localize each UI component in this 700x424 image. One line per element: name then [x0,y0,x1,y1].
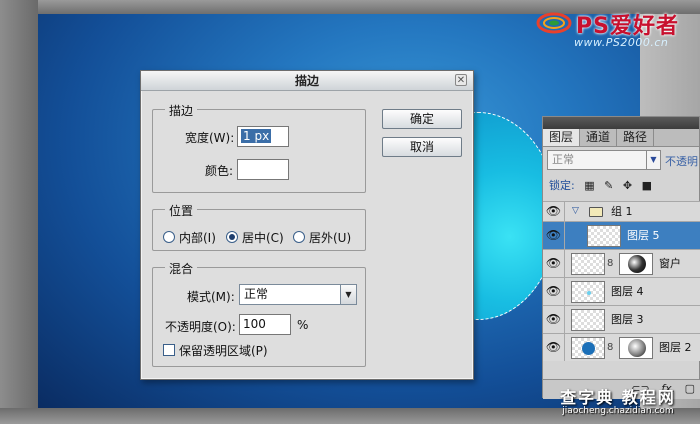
folder-icon [589,207,603,217]
color-swatch[interactable] [237,159,289,180]
radio-outside[interactable] [293,231,305,243]
tab-layers[interactable]: 图层 [543,129,581,146]
layers-panel-tabs: 图层 通道 路径 [543,129,699,147]
watermark-logo: PS爱好者 www.PS2000.cn [536,6,700,49]
opacity-label: 不透明度(O): [165,320,236,334]
layer-row-layer-4[interactable]: 👁 图层 4 [543,277,700,305]
layer-name: 窗户 [659,257,681,270]
dialog-title: 描边 [294,74,319,88]
lock-all-icon[interactable]: ■ [642,179,652,192]
width-label: 宽度(W): [185,131,235,145]
layer-name: 图层 3 [611,313,644,326]
blend-mode-select[interactable]: 正常 ▼ [239,284,357,305]
lock-brush-icon[interactable]: ✎ [604,179,613,192]
position-group: 位置 内部(I) 居中(C) 居外(U) [152,202,366,251]
blend-mode-value: 正常 [244,287,269,301]
layer-name: 组 1 [611,205,633,218]
radio-inside-label[interactable]: 内部(I) [179,229,216,246]
eye-icon[interactable]: 👁 [543,222,565,249]
opacity-unit: % [297,318,309,332]
lock-move-icon[interactable]: ✥ [623,179,632,192]
layer-lock-row: 锁定: ▦ ✎ ✥ ■ [549,177,699,195]
layer-thumbnail [587,225,621,247]
layer-name: 图层 5 [627,229,660,242]
lock-transparent-icon[interactable]: ▦ [584,179,594,192]
layer-name: 图层 2 [659,341,692,354]
layers-panel-titlebar[interactable] [543,117,699,129]
radio-inside[interactable] [163,231,175,243]
layer-mask-thumbnail[interactable] [619,337,653,359]
layer-thumbnail [571,253,605,275]
layers-list: 👁 ▽ 组 1 👁 图层 5 👁 8 窗户 👁 图层 4 👁 图层 3 👁 8 … [543,201,700,361]
watermark-bottom-title: 查字典 教程网 [560,388,676,407]
logo-swirl-icon [536,12,572,34]
tab-paths[interactable]: 路径 [617,129,655,146]
width-input[interactable]: 1 px [237,126,289,147]
tab-channels[interactable]: 通道 [580,129,618,146]
stroke-group-legend: 描边 [165,102,198,119]
window-frame-left [0,0,38,424]
layer-row-window[interactable]: 👁 8 窗户 [543,249,700,277]
preserve-transparency-label[interactable]: 保留透明区域(P) [179,342,268,359]
eye-icon[interactable]: 👁 [543,202,565,221]
radio-center-label[interactable]: 居中(C) [242,229,284,246]
position-group-legend: 位置 [165,202,198,219]
stroke-dialog: 描边 ✕ 描边 宽度(W): 1 px 颜色: 位置 内部(I) 居中(C) 居… [140,70,474,380]
ok-button[interactable]: 确定 [382,109,462,129]
cancel-button[interactable]: 取消 [382,137,462,157]
close-icon[interactable]: ✕ [455,74,467,86]
layer-blend-row: 正常 ▼ 不透明 [547,150,700,170]
lock-label: 锁定: [549,179,575,192]
layers-panel: 图层 通道 路径 正常 ▼ 不透明 锁定: ▦ ✎ ✥ ■ 👁 ▽ 组 1 👁 … [542,116,700,399]
eye-icon[interactable]: 👁 [543,306,565,333]
layer-row-layer-3[interactable]: 👁 图层 3 [543,305,700,333]
blend-group-legend: 混合 [165,260,198,277]
opacity-input-value: 100 [243,317,266,331]
radio-outside-label[interactable]: 居外(U) [309,229,351,246]
layer-blend-mode-value: 正常 [552,153,574,166]
layer-opacity-label: 不透明 [665,155,698,168]
color-label: 颜色: [205,164,234,178]
expand-triangle-icon[interactable]: ▽ [572,206,579,216]
watermark-url: www.PS2000.cn [574,36,669,49]
layer-mask-thumbnail[interactable] [619,253,653,275]
opacity-input[interactable]: 100 [239,314,291,335]
radio-center[interactable] [226,231,238,243]
layer-name: 图层 4 [611,285,644,298]
layer-row-group-1[interactable]: 👁 ▽ 组 1 [543,201,700,221]
stroke-group: 描边 宽度(W): 1 px 颜色: [152,102,366,193]
layer-thumbnail [571,281,605,303]
layer-row-layer-2[interactable]: 👁 8 图层 2 [543,333,700,361]
layer-thumbnail [571,309,605,331]
watermark-bottom: 查字典 教程网 jiaocheng.chazidian.com [538,384,698,424]
chevron-down-icon: ▼ [646,151,660,169]
layer-thumbnail [571,337,605,359]
eye-icon[interactable]: 👁 [543,278,565,305]
dialog-titlebar[interactable]: 描边 ✕ [141,71,473,91]
preserve-transparency-checkbox[interactable] [163,344,175,356]
layer-blend-mode-select[interactable]: 正常 ▼ [547,150,661,170]
chevron-down-icon: ▼ [340,285,356,304]
chain-link-icon[interactable]: 8 [607,342,613,353]
eye-icon[interactable]: 👁 [543,250,565,277]
width-input-value: 1 px [241,129,272,143]
blend-group: 混合 模式(M): 正常 ▼ 不透明度(O): 100 % 保留透明区域(P) [152,260,366,367]
layer-row-layer-5[interactable]: 👁 图层 5 [543,221,700,249]
eye-icon[interactable]: 👁 [543,334,565,361]
mode-label: 模式(M): [187,290,235,304]
chain-link-icon[interactable]: 8 [607,258,613,269]
